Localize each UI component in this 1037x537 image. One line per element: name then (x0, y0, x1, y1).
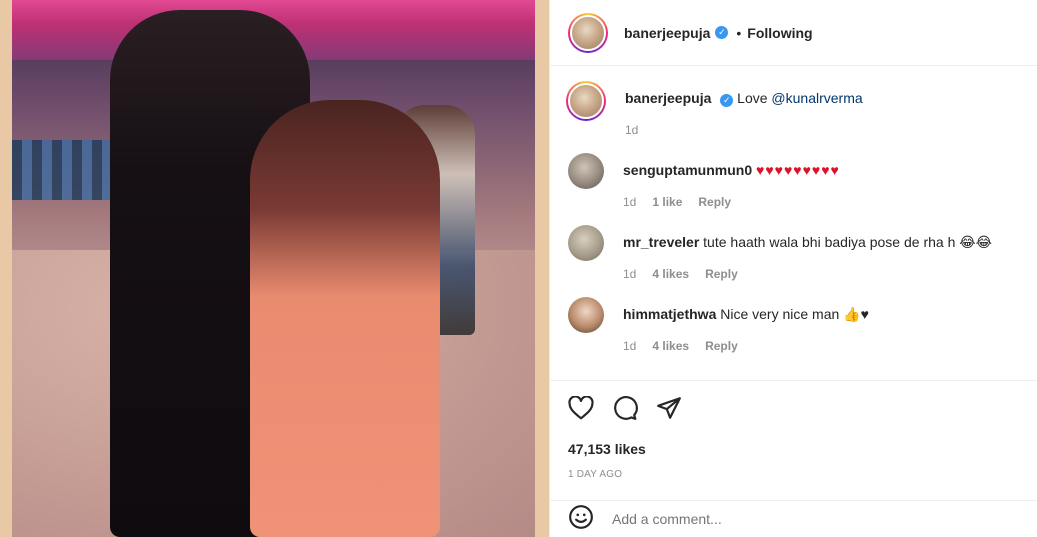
likes-count[interactable]: 47,153 likes (568, 441, 1020, 457)
commenter-avatar[interactable] (568, 225, 604, 261)
paper-plane-icon[interactable] (656, 395, 682, 426)
comment-likes-link[interactable]: 1 like (652, 193, 682, 211)
author-avatar-small[interactable] (566, 81, 606, 121)
author-avatar[interactable] (568, 12, 608, 53)
following-button[interactable]: Following (747, 25, 812, 41)
author-username[interactable]: banerjeepuja (624, 25, 710, 41)
post-timestamp: 1 DAY AGO (568, 469, 623, 480)
verified-badge-icon: ✓ (720, 94, 734, 107)
reply-button[interactable]: Reply (705, 337, 738, 355)
commenter-avatar[interactable] (568, 153, 604, 189)
comment-likes-link[interactable]: 4 likes (652, 265, 689, 283)
comment-username[interactable]: senguptamunmun0 (623, 162, 752, 178)
smiley-icon[interactable] (568, 504, 594, 535)
comment-time: 1d (623, 195, 637, 209)
comment-item: mr_treveler tute haath wala bhi badiya p… (568, 225, 1020, 283)
caption-username[interactable]: banerjeepuja (625, 90, 711, 106)
post-actions: 47,153 likes 1 DAY AGO (550, 380, 1037, 500)
comment-username[interactable]: mr_treveler (623, 234, 699, 250)
verified-badge-icon: ✓ (715, 26, 729, 39)
heart-outline-icon[interactable] (568, 394, 594, 425)
photo-frame-right (535, 0, 549, 537)
comment-time: 1d (623, 267, 637, 281)
comment-time: 1d (623, 339, 637, 353)
comments-list[interactable]: banerjeepuja ✓ Love @kunalrverma 1d seng… (550, 67, 1037, 379)
caption-time: 1d (625, 123, 639, 137)
comment-text: ♥♥♥♥♥♥♥♥♥ (756, 162, 840, 178)
photo-woman (250, 100, 440, 537)
separator-dot: • (736, 24, 742, 41)
comment-likes-link[interactable]: 4 likes (652, 337, 689, 355)
reply-button[interactable]: Reply (705, 265, 738, 283)
comment-item: himmatjethwa Nice very nice man 👍♥ 1d 4 … (568, 297, 1020, 355)
comment-username[interactable]: himmatjethwa (623, 306, 716, 322)
comment-text: Nice very nice man 👍♥ (720, 306, 869, 322)
comment-text: tute haath wala bhi badiya pose de rha h… (703, 234, 992, 250)
caption-text: Love (737, 90, 772, 106)
post-header: banerjeepuja ✓ • Following (550, 0, 1037, 66)
photo-frame-left (0, 0, 12, 537)
post-photo[interactable] (0, 0, 549, 537)
caption-mention-link[interactable]: @kunalrverma (771, 90, 862, 106)
caption-entry: banerjeepuja ✓ Love @kunalrverma 1d (566, 81, 1020, 139)
speech-bubble-icon[interactable] (612, 395, 638, 426)
post-panel: banerjeepuja ✓ • Following banerjeepuja … (549, 0, 1037, 537)
comment-input[interactable] (612, 511, 972, 527)
reply-button[interactable]: Reply (698, 193, 731, 211)
comment-item: senguptamunmun0 ♥♥♥♥♥♥♥♥♥ 1d 1 like Repl… (568, 153, 1020, 211)
commenter-avatar[interactable] (568, 297, 604, 333)
add-comment-bar (550, 500, 1037, 537)
